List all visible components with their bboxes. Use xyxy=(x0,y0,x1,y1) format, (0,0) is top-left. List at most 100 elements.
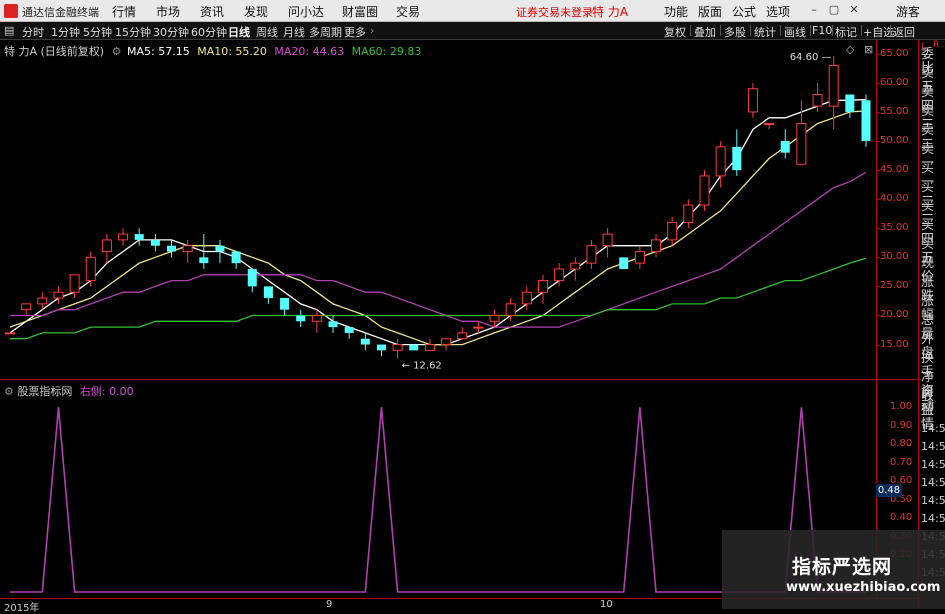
candle-body xyxy=(861,100,871,142)
settings-icon[interactable]: ⚙ xyxy=(112,45,122,58)
quote-panel: L R 委比 卖五 卖四 卖三 卖二 卖一 买一 买二 买三 买四 买五 现价 涨跌 涨幅 总量 外盘 换手 净资… xyxy=(918,40,945,609)
candle-body xyxy=(37,297,48,305)
tab-5min[interactable]: 5分钟 xyxy=(83,24,112,40)
candle-body xyxy=(263,286,273,299)
candle-body xyxy=(667,221,678,241)
candle-body xyxy=(424,344,435,351)
mark-button[interactable]: 标记 xyxy=(835,24,857,40)
candle-body xyxy=(651,239,662,253)
tab-fenshi[interactable]: 分时 xyxy=(22,24,44,40)
ma10-line xyxy=(9,110,867,346)
menu-gongshi[interactable]: 公式 xyxy=(732,3,756,20)
back-button[interactable]: 返回 xyxy=(893,24,915,40)
menu-banmian[interactable]: 版面 xyxy=(698,3,722,20)
candle-body xyxy=(134,234,144,240)
separator xyxy=(810,25,811,36)
menu-xuanxiang[interactable]: 选项 xyxy=(766,3,790,20)
ma10-label: MA10: 55.20 xyxy=(197,45,267,58)
candle-body xyxy=(586,245,597,264)
candle-body xyxy=(732,146,742,171)
candle-body xyxy=(101,239,112,253)
close-icon[interactable]: ✕ xyxy=(848,4,860,16)
ma5-line xyxy=(9,98,867,346)
y-tick-label: 45.00 xyxy=(880,164,909,176)
candle-body xyxy=(280,298,290,310)
y-tick-label: 15.00 xyxy=(880,338,909,350)
candle-body xyxy=(812,94,823,107)
separator xyxy=(690,25,691,36)
axis-divider xyxy=(876,40,877,598)
more-chevron-icon[interactable]: › xyxy=(370,24,374,37)
candle-body xyxy=(5,332,15,335)
tab-more[interactable]: 更多 xyxy=(344,24,366,40)
candle-body xyxy=(311,314,322,322)
candle-body xyxy=(182,245,193,253)
y-tick-label: 65.00 xyxy=(880,47,909,59)
fuquan-button[interactable]: 复权 xyxy=(664,24,686,40)
diamond-icon[interactable]: ◇ xyxy=(846,43,854,56)
candle-body xyxy=(328,321,338,328)
menu-zixun[interactable]: 资讯 xyxy=(200,3,224,20)
candle-body xyxy=(167,245,177,252)
menu-jiaoyi[interactable]: 交易 xyxy=(396,3,420,20)
candle-body xyxy=(199,257,209,264)
candle-body xyxy=(85,256,96,282)
panel-controls: ◇ ⊠ xyxy=(846,43,873,56)
candle-body xyxy=(747,88,758,113)
y-tick-label: 50.00 xyxy=(880,135,909,147)
tab-60min[interactable]: 60分钟 xyxy=(191,24,227,40)
candle-body xyxy=(376,344,386,351)
login-status[interactable]: 证券交易未登录 xyxy=(516,4,593,20)
app-logo-icon xyxy=(4,4,18,18)
candlestick-chart[interactable]: 64.60 — ← 12.62 xyxy=(0,40,876,378)
tab-weekly[interactable]: 周线 xyxy=(256,24,278,40)
candle-body xyxy=(537,280,548,293)
indicator-y-tick: 0.90 xyxy=(890,419,913,431)
ma20-line xyxy=(10,171,867,328)
settings-icon[interactable]: ⚙ xyxy=(4,385,14,398)
candle-body xyxy=(715,146,726,177)
tab-daily[interactable]: 日线 xyxy=(228,24,250,40)
tab-1min[interactable]: 1分钟 xyxy=(51,24,80,40)
low-price-label: ← 12.62 xyxy=(402,360,442,371)
separator xyxy=(861,25,862,36)
minimize-icon[interactable]: – xyxy=(808,4,820,16)
menu-shichang[interactable]: 市场 xyxy=(156,3,180,20)
separator xyxy=(780,25,781,36)
tick-time-label: 14:5 xyxy=(921,494,945,507)
indicator-legend: ⚙ 股票指标网 右侧: 0.00 xyxy=(4,383,134,399)
restore-icon[interactable]: ▢ xyxy=(828,4,840,16)
axis-label-9: 9 xyxy=(326,599,333,610)
ma20-label: MA20: 44.63 xyxy=(274,45,345,58)
candle-body xyxy=(118,233,129,241)
candle-body xyxy=(69,274,80,293)
f10-button[interactable]: F10 xyxy=(812,24,832,37)
menu-faxian[interactable]: 发现 xyxy=(244,3,268,20)
menu-wenxiaoda[interactable]: 问小达 xyxy=(288,3,324,20)
candle-body xyxy=(780,141,790,153)
separator xyxy=(832,25,833,36)
candle-body xyxy=(473,326,484,329)
candle-body xyxy=(296,315,306,322)
tick-time-label: 14:5 xyxy=(921,458,945,471)
guest-button[interactable]: 游客 xyxy=(896,3,920,20)
candle-body xyxy=(150,239,160,246)
draw-line-button[interactable]: 画线 xyxy=(784,24,806,40)
menu-gongneng[interactable]: 功能 xyxy=(664,3,688,20)
tab-15min[interactable]: 15分钟 xyxy=(115,24,151,40)
menu-hangqing[interactable]: 行情 xyxy=(112,3,136,20)
chart-icon[interactable]: ▤ xyxy=(4,24,14,37)
candle-body xyxy=(634,251,645,264)
close-panel-icon[interactable]: ⊠ xyxy=(864,43,873,56)
tab-monthly[interactable]: 月线 xyxy=(283,24,305,40)
indicator-title: 股票指标网 xyxy=(17,385,73,398)
menu-caifuquan[interactable]: 财富圈 xyxy=(342,3,378,20)
multi-stock-button[interactable]: 多股 xyxy=(724,24,746,40)
candle-body xyxy=(53,291,64,299)
tab-multi-period[interactable]: 多周期 xyxy=(309,24,342,40)
y-tick-label: 55.00 xyxy=(880,105,909,117)
stats-button[interactable]: 统计 xyxy=(754,24,776,40)
tick-time-label: 14:5 xyxy=(921,512,945,525)
overlay-button[interactable]: 叠加 xyxy=(694,24,716,40)
tab-30min[interactable]: 30分钟 xyxy=(153,24,189,40)
